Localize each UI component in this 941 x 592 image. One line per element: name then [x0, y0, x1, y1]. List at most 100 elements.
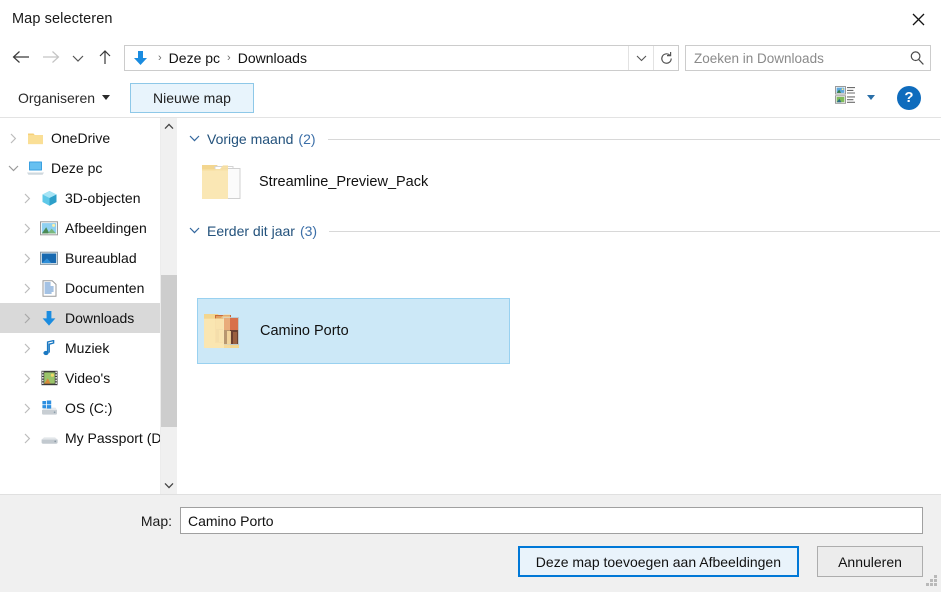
sidebar-item-afbeeldingen[interactable]: Afbeeldingen [0, 213, 177, 243]
sidebar-item-label: OneDrive [51, 130, 111, 146]
sidebar-item-videos[interactable]: Video's [0, 363, 177, 393]
scrollbar-track[interactable] [161, 135, 177, 477]
3d-objects-icon [38, 189, 60, 207]
scroll-up-button[interactable] [161, 118, 177, 135]
chevron-right-icon[interactable] [16, 193, 38, 204]
chevron-right-icon[interactable] [16, 433, 38, 444]
search-icon [904, 50, 930, 66]
up-button[interactable] [90, 43, 120, 73]
address-bar[interactable]: › Deze pc › Downloads [124, 45, 679, 71]
folder-with-documents-icon [197, 160, 253, 204]
refresh-button[interactable] [653, 46, 678, 70]
scrollbar-thumb[interactable] [161, 275, 177, 427]
chevron-right-icon[interactable] [16, 283, 38, 294]
documents-icon [38, 279, 60, 297]
back-arrow-icon [12, 50, 30, 67]
chevron-down-icon [72, 52, 84, 65]
list-item[interactable]: Camino Porto [197, 298, 510, 364]
folder-name-input[interactable]: Camino Porto [180, 507, 923, 534]
sidebar-item-label: Afbeeldingen [65, 220, 147, 236]
sidebar-item-onedrive[interactable]: OneDrive [0, 123, 177, 153]
group-count: (3) [299, 223, 318, 239]
sidebar-item-label: Muziek [65, 340, 110, 356]
sidebar-item-bureaublad[interactable]: Bureaublad [0, 243, 177, 273]
back-button[interactable] [6, 43, 36, 73]
chevron-right-icon[interactable] [2, 133, 24, 144]
sidebar-item-label: OS (C:) [65, 400, 113, 416]
chevron-down-icon[interactable] [189, 133, 200, 145]
dialog-body: OneDrive Deze pc 3D-objecten Afbeeldinge… [0, 118, 941, 494]
chevron-right-icon[interactable] [16, 313, 38, 324]
folder-field-label: Map: [140, 512, 172, 529]
chevron-down-icon[interactable] [2, 164, 24, 172]
folder-picker-dialog: Map selecteren › Deze pc › Downloads Zoe… [0, 0, 941, 592]
list-item[interactable]: Streamline_Preview_Pack [197, 154, 941, 210]
sidebar-item-my-passport-d[interactable]: My Passport (D:) [0, 423, 177, 453]
sidebar-item-label: Bureaublad [65, 250, 137, 266]
folder-with-photos-icon [198, 308, 254, 354]
desktop-icon [38, 249, 60, 267]
sidebar-item-label: Video's [65, 370, 111, 386]
organize-button[interactable]: Organiseren [10, 84, 118, 112]
sidebar-item-3d-objecten[interactable]: 3D-objecten [0, 183, 177, 213]
chevron-right-icon[interactable] [16, 343, 38, 354]
view-options-button[interactable] [835, 85, 881, 110]
group-count: (2) [298, 131, 316, 147]
breadcrumb-downloads[interactable]: Downloads [236, 50, 309, 66]
item-label: Streamline_Preview_Pack [259, 174, 429, 190]
sidebar-item-downloads[interactable]: Downloads [0, 303, 177, 333]
sidebar-item-label: 3D-objecten [65, 190, 141, 206]
sidebar-scrollbar[interactable] [160, 118, 177, 494]
group-label: Vorige maand [207, 131, 294, 147]
videos-icon [38, 369, 60, 387]
search-input[interactable]: Zoeken in Downloads [686, 51, 904, 66]
group-label: Eerder dit jaar [207, 223, 295, 239]
downloads-icon [38, 309, 60, 327]
sidebar-item-deze-pc[interactable]: Deze pc [0, 153, 177, 183]
file-list-pane[interactable]: Vorige maand (2) Streamline_Preview_Pack [177, 118, 941, 494]
sidebar-item-documenten[interactable]: Documenten [0, 273, 177, 303]
breadcrumb-deze-pc[interactable]: Deze pc [167, 50, 222, 66]
group-divider [327, 138, 940, 140]
address-dropdown-button[interactable] [628, 46, 653, 70]
group-header-eerder-dit-jaar[interactable]: Eerder dit jaar (3) [187, 216, 941, 246]
navigation-pane: OneDrive Deze pc 3D-objecten Afbeeldinge… [0, 118, 177, 494]
pictures-icon [38, 219, 60, 237]
group-header-vorige-maand[interactable]: Vorige maand (2) [187, 124, 941, 154]
folder-field-row: Map: Camino Porto [0, 495, 941, 534]
cancel-button[interactable]: Annuleren [817, 546, 923, 577]
confirm-button[interactable]: Deze map toevoegen aan Afbeeldingen [517, 546, 799, 577]
close-icon [912, 13, 925, 26]
dialog-buttons-row: Deze map toevoegen aan Afbeeldingen Annu… [0, 534, 941, 577]
sidebar-item-muziek[interactable]: Muziek [0, 333, 177, 363]
search-box[interactable]: Zoeken in Downloads [685, 45, 931, 71]
resize-grip[interactable] [925, 575, 938, 588]
sidebar-item-label: Deze pc [51, 160, 103, 176]
title-bar: Map selecteren [0, 0, 941, 38]
onedrive-folder-icon [24, 129, 46, 147]
new-folder-button[interactable]: Nieuwe map [130, 82, 254, 113]
chevron-right-icon[interactable] [16, 403, 38, 414]
forward-button [36, 43, 66, 73]
toolbar: Organiseren Nieuwe map ? [0, 78, 941, 118]
breadcrumb-separator: › [227, 52, 231, 64]
scroll-down-button[interactable] [161, 477, 177, 494]
recent-locations-button[interactable] [66, 43, 90, 73]
breadcrumb-separator: › [158, 52, 162, 64]
item-label: Camino Porto [260, 323, 349, 339]
downloads-arrow-icon [132, 50, 149, 67]
close-button[interactable] [895, 0, 941, 38]
sidebar-item-os-c[interactable]: OS (C:) [0, 393, 177, 423]
navigation-bar: › Deze pc › Downloads Zoeken in Download… [0, 38, 941, 78]
windows-drive-icon [38, 399, 60, 417]
organize-label: Organiseren [18, 89, 96, 106]
view-options-icon [835, 85, 857, 110]
help-button[interactable]: ? [897, 85, 921, 110]
this-pc-icon [24, 159, 46, 177]
sidebar-item-label: Downloads [65, 310, 135, 326]
chevron-right-icon[interactable] [16, 253, 38, 264]
chevron-down-icon[interactable] [189, 225, 200, 237]
window-title: Map selecteren [12, 11, 113, 27]
chevron-right-icon[interactable] [16, 373, 38, 384]
chevron-right-icon[interactable] [16, 223, 38, 234]
